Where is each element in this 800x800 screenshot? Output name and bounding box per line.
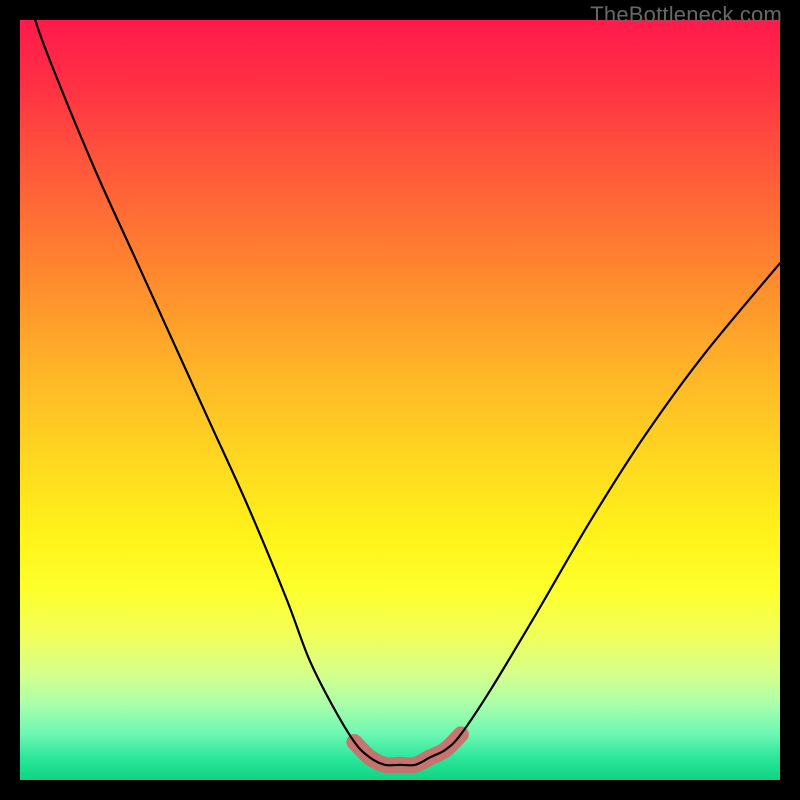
curve-layer [20, 20, 780, 780]
plot-area [20, 20, 780, 780]
watermark-text: TheBottleneck.com [590, 2, 782, 28]
chart-frame: TheBottleneck.com [0, 0, 800, 800]
bottleneck-curve [20, 20, 780, 765]
